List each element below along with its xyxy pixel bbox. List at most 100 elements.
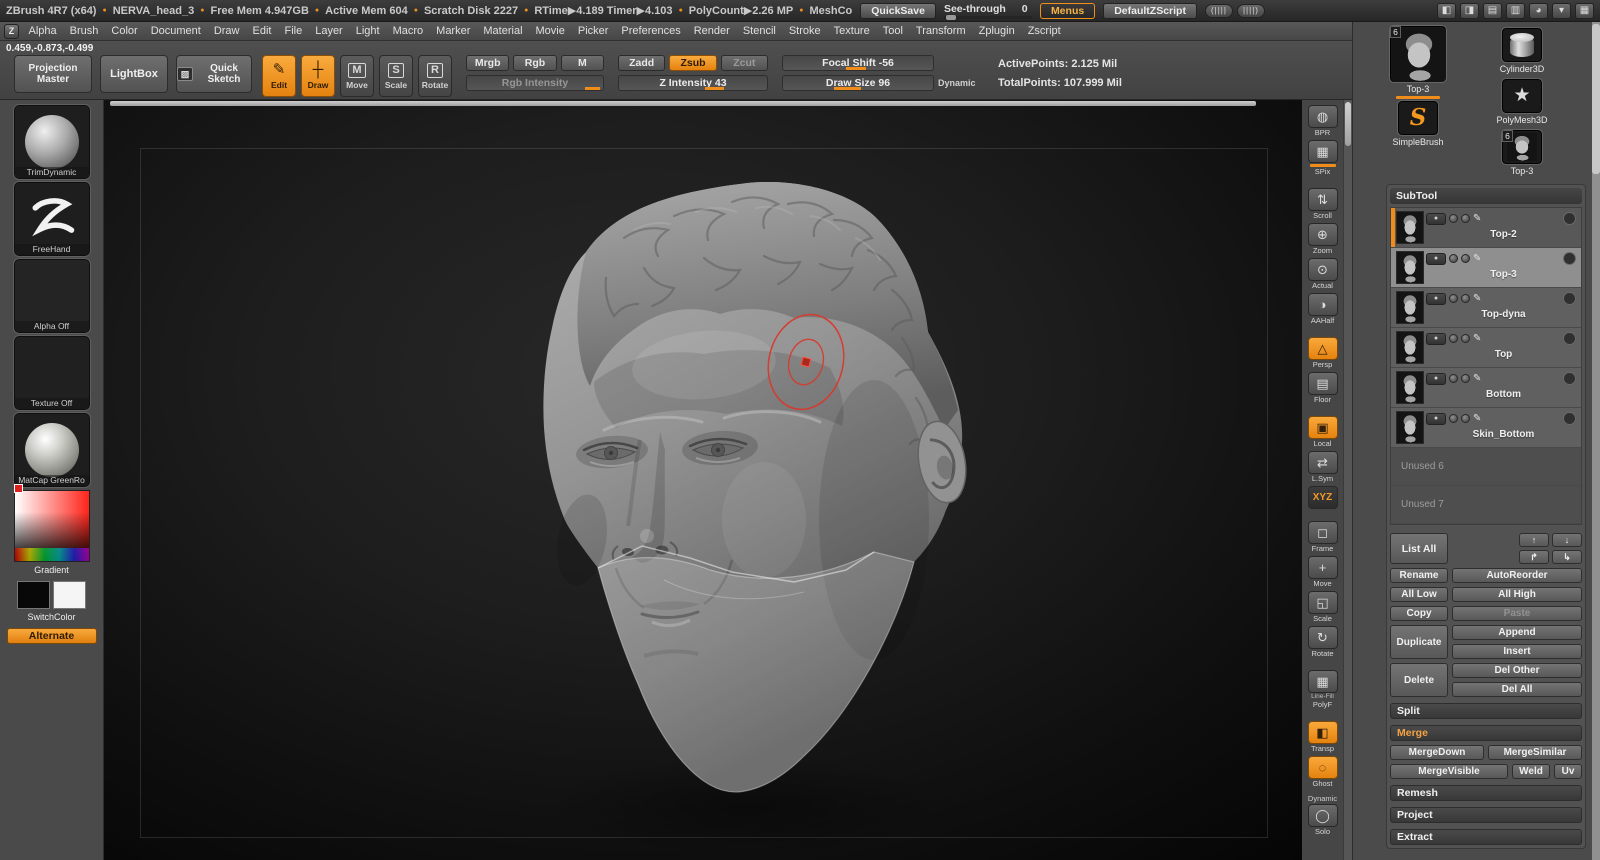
menu-zplugin[interactable]: Zplugin [972,25,1021,37]
paint-brush-icon[interactable]: ✎ [1473,413,1481,424]
rgb-intensity-slider[interactable]: Rgb Intensity [466,75,604,91]
toggle-dot-icon[interactable] [1449,374,1458,383]
menu-light[interactable]: Light [349,25,386,37]
see-through-slider[interactable]: See-through 0 [943,3,1032,20]
menu-draw[interactable]: Draw [207,25,246,37]
document-new-icon[interactable]: ◧ [1437,2,1456,19]
subtool-arrow-button-2[interactable]: ↱ [1519,550,1549,564]
paint-brush-icon[interactable]: ✎ [1473,213,1481,224]
subtool-row-bottom[interactable]: ● ✎ Bottom [1391,368,1581,408]
paint-brush-icon[interactable]: ✎ [1473,333,1481,344]
shelf-scale-button[interactable]: ◱ Scale [1307,591,1338,623]
secondary-color-swatch[interactable] [53,581,86,609]
scrollbar-thumb[interactable] [1345,102,1351,146]
z-intensity-slider[interactable]: Z Intensity 43 [618,75,768,91]
toggle-dot-icon[interactable] [1461,414,1470,423]
shelf-l-sym-button[interactable]: ⇄ L.Sym [1307,451,1338,483]
shelf-ghost-button[interactable]: ◌ Ghost [1307,756,1338,788]
weld-button[interactable]: Weld [1512,764,1550,779]
current-brush-button[interactable]: TrimDynamic [12,104,91,180]
mergesimilar-button[interactable]: MergeSimilar [1488,745,1582,760]
shelf-rotate-button[interactable]: ↻ Rotate [1307,626,1338,658]
menu-zscript[interactable]: Zscript [1021,25,1067,37]
menu-preferences[interactable]: Preferences [615,25,687,37]
shelf-actual-button[interactable]: ⊙ Actual [1307,258,1338,290]
tool-thumb-polymesh3d[interactable]: ★ PolyMesh3D [1496,78,1548,125]
extract-section-header[interactable]: Extract [1390,829,1582,845]
menu-marker[interactable]: Marker [430,25,477,37]
toggle-dot-icon[interactable] [1461,374,1470,383]
toggle-dot-icon[interactable] [1461,254,1470,263]
eye-icon[interactable] [1563,332,1576,345]
horizontal-scrollbar[interactable] [110,101,1256,106]
all-high-button[interactable]: All High [1452,587,1582,602]
menu-brush[interactable]: Brush [63,25,105,37]
tool-thumb-cylinder3d[interactable]: Cylinder3D [1500,27,1544,74]
zscript-slider-0[interactable]: (|||| [1204,3,1233,18]
mode-draw-button[interactable]: ┼ Draw [301,55,335,97]
shelf-scroll-button[interactable]: ⇅ Scroll [1307,188,1338,220]
zcut-toggle[interactable]: Zcut [720,55,768,71]
mergedown-button[interactable]: MergeDown [1390,745,1484,760]
toggle-dot-icon[interactable] [1449,334,1458,343]
menu-stencil[interactable]: Stencil [736,25,782,37]
duplicate-button[interactable]: Duplicate [1390,625,1448,659]
rename-button[interactable]: Rename [1390,568,1448,583]
alternate-button[interactable]: Alternate [6,628,97,644]
draw-size-slider[interactable]: Draw Size 96 [782,75,934,91]
zadd-toggle[interactable]: Zadd [618,55,666,71]
list-all-button[interactable]: List All [1390,533,1448,564]
m-toggle[interactable]: M [560,55,604,71]
shelf-spix-button[interactable]: ▦ SPix [1307,140,1338,176]
visibility-eye-icon[interactable]: ● [1426,252,1446,265]
shelf-aahalf-button[interactable]: ◑ AAHalf [1307,293,1338,325]
subtool-palette-header[interactable]: SubTool [1390,188,1582,204]
menu-alpha[interactable]: Alpha [22,25,63,37]
defaultzscript-button[interactable]: DefaultZScript [1103,2,1197,19]
lightbox-button[interactable]: LightBox [100,55,168,93]
visibility-eye-icon[interactable]: ● [1426,332,1446,345]
zscript-slider-1[interactable]: ||||) [1236,3,1265,18]
toggle-dot-icon[interactable] [1461,214,1470,223]
paint-brush-icon[interactable]: ✎ [1473,293,1481,304]
mode-move-button[interactable]: M Move [340,55,374,97]
visibility-eye-icon[interactable]: ● [1426,412,1446,425]
shelf-zoom-button[interactable]: ⊕ Zoom [1307,223,1338,255]
focal-shift-slider[interactable]: Focal Shift -56 [782,55,934,71]
autoreorder-button[interactable]: AutoReorder [1452,568,1582,583]
subtool-arrow-button-1[interactable]: ↓ [1552,533,1582,547]
subtool-row-top[interactable]: ● ✎ Top [1391,328,1581,368]
shelf-floor-button[interactable]: ▤ Floor [1307,372,1338,404]
see-through-thumb[interactable] [945,14,956,20]
menu-render[interactable]: Render [687,25,736,37]
subtool-unused-row[interactable]: Unused 6 [1391,448,1581,486]
mode-rotate-button[interactable]: R Rotate [418,55,452,97]
zsub-toggle[interactable]: Zsub [669,55,717,71]
menu-document[interactable]: Document [144,25,207,37]
menu-transform[interactable]: Transform [909,25,972,37]
toggle-dot-icon[interactable] [1461,294,1470,303]
grid-icon[interactable]: ▦ [1575,2,1594,19]
mergevisible-button[interactable]: MergeVisible [1390,764,1508,779]
eye-icon[interactable] [1563,212,1576,225]
toggle-dot-icon[interactable] [1449,214,1458,223]
toggle-dot-icon[interactable] [1449,414,1458,423]
shelf-persp-button[interactable]: △ Persp [1307,337,1338,369]
shelf-local-button[interactable]: ▣ Local [1307,416,1338,448]
collapse-tray-icon[interactable]: ▾ [1552,2,1571,19]
switch-color-widget[interactable] [17,581,86,609]
visibility-eye-icon[interactable]: ● [1426,212,1446,225]
toggle-dot-icon[interactable] [1449,254,1458,263]
current-material-button[interactable]: MatCap GreenRo [12,412,91,488]
material-sphere-icon[interactable]: ◕ [1529,2,1548,19]
menu-material[interactable]: Material [477,25,529,37]
shelf-polyf-button[interactable]: ▦ Line-Fill PolyF [1307,670,1338,709]
subtool-row-top-2[interactable]: ● ✎ Top-2 [1391,208,1581,248]
menu-movie[interactable]: Movie [529,25,571,37]
menu-file[interactable]: File [278,25,309,37]
append-button[interactable]: Append [1452,625,1582,640]
visibility-eye-icon[interactable]: ● [1426,372,1446,385]
toggle-dot-icon[interactable] [1449,294,1458,303]
menu-stroke[interactable]: Stroke [782,25,827,37]
window-scrollbar-thumb[interactable] [1592,24,1600,174]
